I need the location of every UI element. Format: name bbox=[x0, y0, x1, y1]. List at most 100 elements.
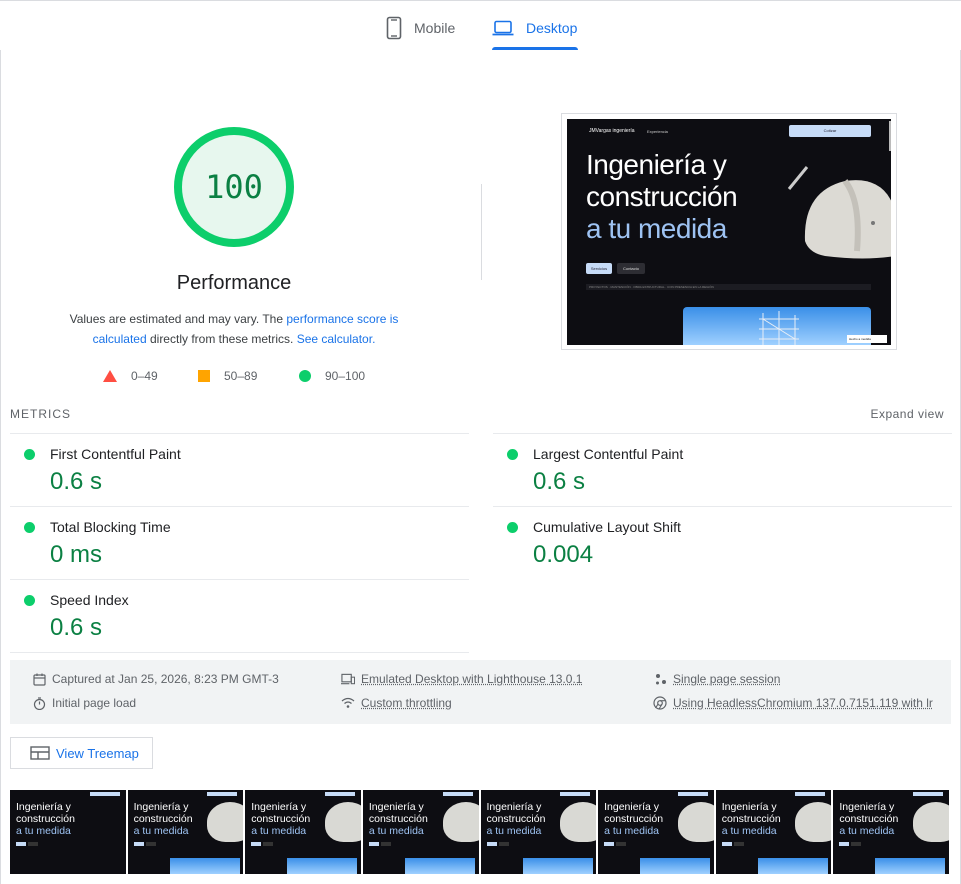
legend-fail: 0–49 bbox=[103, 369, 158, 383]
metric-value: 0.6 s bbox=[533, 468, 586, 495]
frame-button bbox=[733, 842, 744, 846]
score-desc-middle: directly from these metrics. bbox=[146, 332, 297, 346]
frame-button bbox=[380, 842, 391, 846]
mobile-icon bbox=[386, 16, 402, 40]
site-nav: Experiencia bbox=[647, 129, 668, 134]
legend-average: 50–89 bbox=[198, 369, 257, 383]
frame-headline-line: construcción bbox=[486, 813, 546, 825]
filmstrip-frame: Ingeniería y construcción a tu medida bbox=[10, 790, 126, 874]
metric-value: 0.6 s bbox=[50, 468, 103, 495]
view-treemap-button[interactable]: View Treemap bbox=[10, 737, 153, 769]
browser-version[interactable]: Using HeadlessChromium 137.0.7151.119 wi… bbox=[653, 696, 943, 710]
frame-headline: Ingeniería y construcción a tu medida bbox=[16, 801, 75, 837]
frame-headline-line: Ingeniería y bbox=[604, 801, 659, 813]
pass-icon bbox=[507, 522, 518, 533]
headline-line-1: Ingeniería y bbox=[586, 149, 727, 180]
filmstrip-frame: Ingeniería y construcción a tu medida bbox=[480, 790, 597, 874]
captured-at-text: Captured at Jan 25, 2026, 8:23 PM GMT-3 bbox=[52, 672, 279, 686]
frame-headline: Ingeniería y construcción a tu medida bbox=[604, 801, 663, 837]
tab-desktop[interactable]: Desktop bbox=[492, 13, 577, 43]
frame-headline-line: Ingeniería y bbox=[839, 801, 895, 813]
legend-pass: 90–100 bbox=[299, 369, 365, 383]
helmet-icon bbox=[677, 802, 714, 842]
filmstrip-frame: Ingeniería y construcción a tu medida bbox=[127, 790, 244, 874]
metric-fcp: First Contentful Paint 0.6 s bbox=[10, 433, 469, 506]
frame-button bbox=[251, 842, 262, 846]
site-badge: Hecho a medida bbox=[847, 335, 887, 343]
divider bbox=[10, 652, 469, 653]
helmet-icon bbox=[207, 802, 244, 842]
legend-range: 0–49 bbox=[131, 369, 158, 383]
emulated-device[interactable]: Emulated Desktop with Lighthouse 13.0.1 bbox=[341, 672, 582, 686]
frame-cta bbox=[560, 792, 591, 796]
site-logo: JMVargas ingeniería bbox=[589, 128, 635, 134]
throttling[interactable]: Custom throttling bbox=[341, 696, 452, 710]
frame-headline-line: construcción bbox=[251, 813, 311, 825]
metric-si: Speed Index 0.6 s bbox=[10, 579, 469, 652]
initial-load-text: Initial page load bbox=[52, 696, 137, 710]
pass-icon bbox=[24, 522, 35, 533]
helmet-icon bbox=[442, 802, 479, 842]
initial-load: Initial page load bbox=[32, 696, 136, 710]
frame-cta bbox=[324, 792, 355, 796]
frame-headline-line: a tu medida bbox=[16, 825, 71, 837]
frame-hero-image bbox=[404, 858, 475, 874]
frame-button bbox=[133, 842, 144, 846]
frame-cta bbox=[207, 792, 238, 796]
frame-headline: Ingeniería y construcción a tu medida bbox=[722, 801, 781, 837]
frame-button bbox=[604, 842, 615, 846]
pass-icon bbox=[24, 449, 35, 460]
frame-headline-line: Ingeniería y bbox=[16, 801, 71, 813]
frame-button bbox=[851, 842, 862, 846]
scaffold-icon bbox=[759, 311, 799, 345]
filmstrip: Ingeniería y construcción a tu medida Ingen… bbox=[10, 790, 951, 874]
helmet-icon bbox=[795, 802, 832, 842]
runtime-settings: Captured at Jan 25, 2026, 8:23 PM GMT-3 … bbox=[10, 660, 951, 724]
timer-icon bbox=[32, 696, 46, 710]
frame-hero-image bbox=[640, 858, 711, 874]
metric-cls: Cumulative Layout Shift 0.004 bbox=[493, 506, 952, 579]
filmstrip-frame: Ingeniería y construcción a tu medida bbox=[833, 790, 949, 874]
session-type[interactable]: Single page session bbox=[653, 672, 780, 686]
helmet-icon bbox=[913, 802, 949, 842]
frame-headline-line: a tu medida bbox=[486, 825, 542, 837]
frame-hero-image bbox=[875, 858, 946, 874]
expand-view-toggle[interactable]: Expand view bbox=[870, 407, 944, 421]
frame-headline-line: a tu medida bbox=[839, 825, 895, 837]
pass-icon bbox=[24, 595, 35, 606]
frame-headline-line: a tu medida bbox=[368, 825, 424, 837]
see-calculator-link[interactable]: See calculator. bbox=[297, 332, 376, 346]
metric-name: Total Blocking Time bbox=[50, 519, 171, 535]
frame-headline-line: Ingeniería y bbox=[133, 801, 189, 813]
frame-headline-line: Ingeniería y bbox=[368, 801, 424, 813]
site-contact-button: Contacto bbox=[617, 263, 645, 274]
devices-icon bbox=[341, 672, 355, 686]
frame-button bbox=[368, 842, 379, 846]
frame-headline-line: construcción bbox=[839, 813, 899, 825]
frame-cta bbox=[442, 792, 473, 796]
frame-headline-line: construcción bbox=[16, 813, 75, 825]
metric-name: Cumulative Layout Shift bbox=[533, 519, 681, 535]
screenshot-page: JMVargas ingeniería Experiencia Cotizar … bbox=[567, 119, 891, 345]
treemap-icon bbox=[30, 746, 50, 760]
metric-name: Speed Index bbox=[50, 592, 129, 608]
frame-hero-image bbox=[522, 858, 593, 874]
pass-icon bbox=[507, 449, 518, 460]
frame-button bbox=[28, 842, 38, 846]
final-screenshot[interactable]: JMVargas ingeniería Experiencia Cotizar … bbox=[561, 113, 897, 350]
frame-headline: Ingeniería y construcción a tu medida bbox=[134, 801, 193, 837]
frame-headline-line: a tu medida bbox=[133, 825, 189, 837]
frame-cta bbox=[795, 792, 826, 796]
score-title: Performance bbox=[176, 272, 292, 294]
browser-version-text: Using HeadlessChromium 137.0.7151.119 wi… bbox=[673, 696, 933, 710]
frame-button bbox=[486, 842, 497, 846]
frame-headline: Ingeniería y construcción a tu medida bbox=[251, 801, 310, 837]
captured-at: Captured at Jan 25, 2026, 8:23 PM GMT-3 bbox=[32, 672, 279, 686]
metric-name: First Contentful Paint bbox=[50, 446, 181, 462]
site-cta: Cotizar bbox=[789, 125, 871, 137]
site-services-button: Servicios bbox=[586, 263, 612, 274]
frame-cta bbox=[913, 792, 943, 796]
frame-headline: Ingeniería y construcción a tu medida bbox=[369, 801, 428, 837]
tab-mobile[interactable]: Mobile bbox=[386, 13, 455, 43]
frame-headline-line: a tu medida bbox=[604, 825, 659, 837]
